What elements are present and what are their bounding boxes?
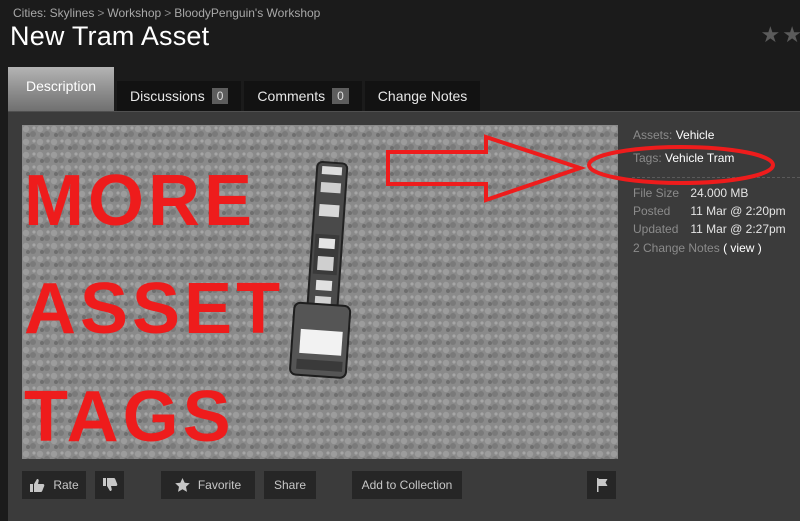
tab-change-notes[interactable]: Change Notes [364, 81, 481, 111]
tab-description[interactable]: Description [8, 67, 115, 111]
file-size-value: 24.000 MB [690, 186, 749, 200]
page-title: New Tram Asset [10, 21, 210, 51]
tab-discussions-label: Discussions [130, 88, 205, 104]
tag-vehicle-link[interactable]: Vehicle [665, 151, 704, 165]
assets-row: Assets: Vehicle [633, 128, 714, 142]
star-icon [175, 478, 190, 492]
flag-icon [596, 478, 607, 492]
tab-discussions[interactable]: Discussions 0 [117, 81, 242, 111]
overlay-text-line-1: MORE [24, 161, 256, 241]
breadcrumb-game[interactable]: Cities: Skylines [13, 6, 94, 20]
thumbs-down-icon [102, 478, 117, 491]
rating-stars: ★★ [760, 22, 800, 47]
report-flag-button[interactable] [587, 471, 616, 499]
tab-description-label: Description [26, 78, 97, 94]
share-button[interactable]: Share [264, 471, 316, 499]
tab-change-notes-label: Change Notes [377, 88, 468, 104]
preview-image[interactable]: MORE ASSET TAGS [22, 125, 618, 459]
file-size-label: File Size [633, 186, 680, 200]
overlay-text-line-2: ASSET [24, 269, 285, 349]
tab-comments-label: Comments [257, 88, 326, 104]
updated-value: 11 Mar @ 2:27pm [690, 222, 786, 236]
comments-count-badge: 0 [332, 88, 349, 104]
updated-label: Updated [633, 222, 679, 236]
tab-comments[interactable]: Comments 0 [244, 81, 362, 111]
tags-label: Tags: [633, 151, 662, 165]
posted-row: Posted 11 Mar @ 2:20pm [633, 204, 786, 218]
rate-button-label: Rate [53, 478, 79, 492]
add-to-collection-label: Add to Collection [361, 478, 453, 492]
overlay-text-line-3: TAGS [24, 377, 235, 457]
tag-tram-link[interactable]: Tram [707, 151, 735, 165]
updated-row: Updated 11 Mar @ 2:27pm [633, 222, 786, 236]
assets-label: Assets: [633, 128, 673, 142]
thumbs-up-icon [30, 479, 45, 492]
breadcrumb: Cities: Skylines > Workshop > BloodyPenguin'… [13, 6, 320, 20]
thumbs-down-button[interactable] [95, 471, 124, 499]
breadcrumb-workshop[interactable]: Workshop [107, 6, 161, 20]
posted-label: Posted [633, 204, 671, 218]
discussions-count-badge: 0 [211, 88, 229, 104]
details-divider [632, 177, 800, 178]
rate-button[interactable]: Rate [22, 471, 86, 499]
favorite-button[interactable]: Favorite [161, 471, 255, 499]
posted-value: 11 Mar @ 2:20pm [690, 204, 786, 218]
tab-bar: Description Discussions 0 Comments 0 Cha… [8, 67, 483, 111]
favorite-button-label: Favorite [197, 478, 242, 492]
add-to-collection-button[interactable]: Add to Collection [352, 471, 462, 499]
breadcrumb-author-workshop[interactable]: BloodyPenguin's Workshop [174, 6, 320, 20]
change-notes-count: 2 Change Notes [633, 241, 720, 255]
breadcrumb-separator: > [164, 6, 172, 20]
tags-row: Tags: Vehicle Tram [633, 151, 734, 165]
file-size-row: File Size 24.000 MB [633, 186, 748, 200]
assets-value-link[interactable]: Vehicle [676, 128, 715, 142]
share-button-label: Share [273, 478, 307, 492]
change-notes-row: 2 Change Notes ( view ) [633, 241, 762, 255]
view-change-notes-link[interactable]: ( view ) [723, 241, 762, 255]
breadcrumb-separator: > [97, 6, 105, 20]
